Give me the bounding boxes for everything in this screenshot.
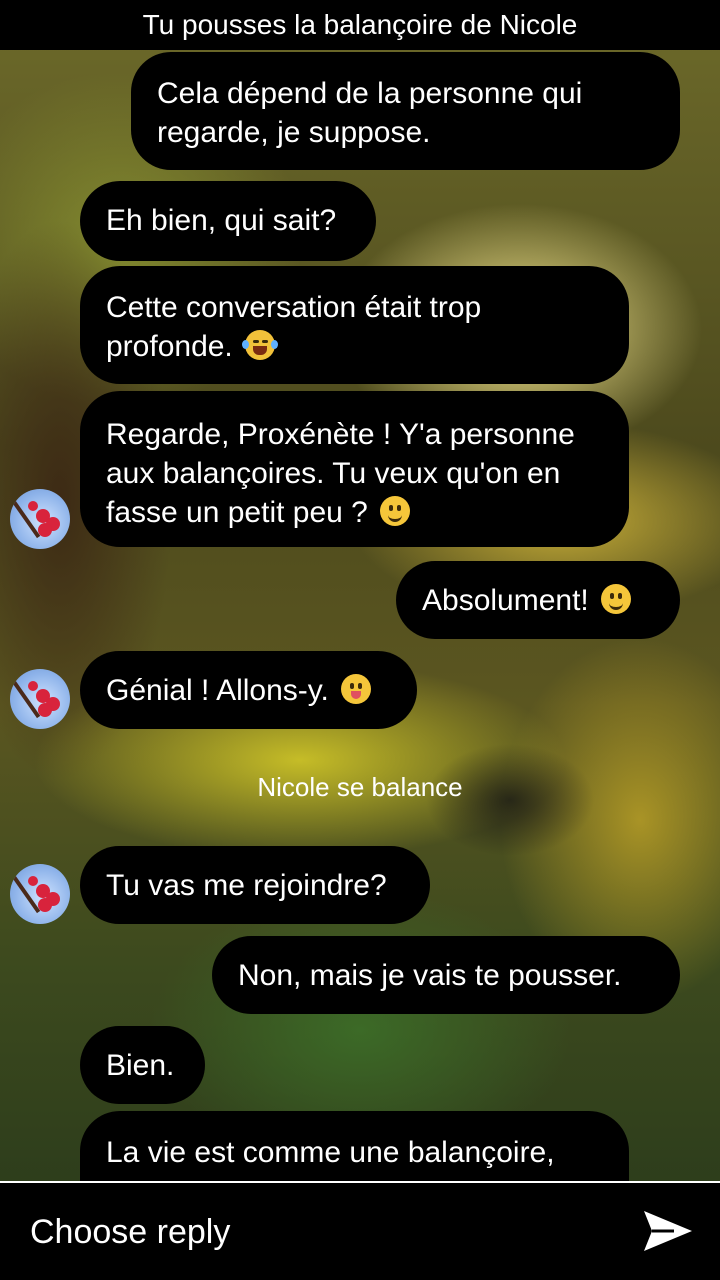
message-text: Absolument! — [422, 584, 589, 617]
message-text: Non, mais je vais te pousser. — [238, 959, 622, 992]
message-bubble-received: Cette conversation était trop profonde. — [80, 266, 629, 384]
message-text: Bien. — [106, 1049, 175, 1082]
nicole-avatar — [10, 669, 70, 729]
reply-bar[interactable]: Choose reply — [0, 1181, 720, 1280]
message-bubble-sent: Absolument! — [396, 561, 680, 639]
choose-reply-button[interactable]: Choose reply — [30, 1213, 230, 1252]
chat-header: Tu pousses la balançoire de Nicole — [0, 0, 720, 50]
nicole-avatar — [10, 864, 70, 924]
message-bubble-received: Regarde, Proxénète ! Y'a personne aux ba… — [80, 391, 629, 547]
message-text: Tu vas me rejoindre? — [106, 869, 387, 902]
message-bubble-received: Tu vas me rejoindre? — [80, 846, 430, 924]
message-bubble-received: Eh bien, qui sait? — [80, 181, 376, 261]
smile-emoji — [601, 584, 632, 614]
message-text: Génial ! Allons-y. — [106, 674, 329, 707]
send-icon[interactable] — [640, 1207, 696, 1255]
message-bubble-sent: Non, mais je vais te pousser. — [212, 936, 680, 1014]
laughing-tears-emoji — [242, 330, 279, 360]
message-bubble-sent: Cela dépend de la personne qui regarde, … — [131, 52, 680, 170]
smile-emoji — [380, 496, 411, 526]
message-text: Eh bien, qui sait? — [106, 204, 337, 237]
message-bubble-received: Bien. — [80, 1026, 205, 1104]
system-message: Nicole se balance — [257, 772, 463, 802]
message-text: Cette conversation était trop profonde. — [106, 291, 482, 363]
message-text: Cela dépend de la personne qui regarde, … — [157, 77, 583, 149]
nicole-avatar — [10, 489, 70, 549]
chat-title: Tu pousses la balançoire de Nicole — [142, 9, 578, 40]
tongue-emoji — [341, 674, 372, 704]
message-text: Regarde, Proxénète ! Y'a personne aux ba… — [106, 418, 575, 529]
message-bubble-received: Génial ! Allons-y. — [80, 651, 417, 729]
message-text: La vie est comme une balançoire, — [106, 1136, 555, 1169]
